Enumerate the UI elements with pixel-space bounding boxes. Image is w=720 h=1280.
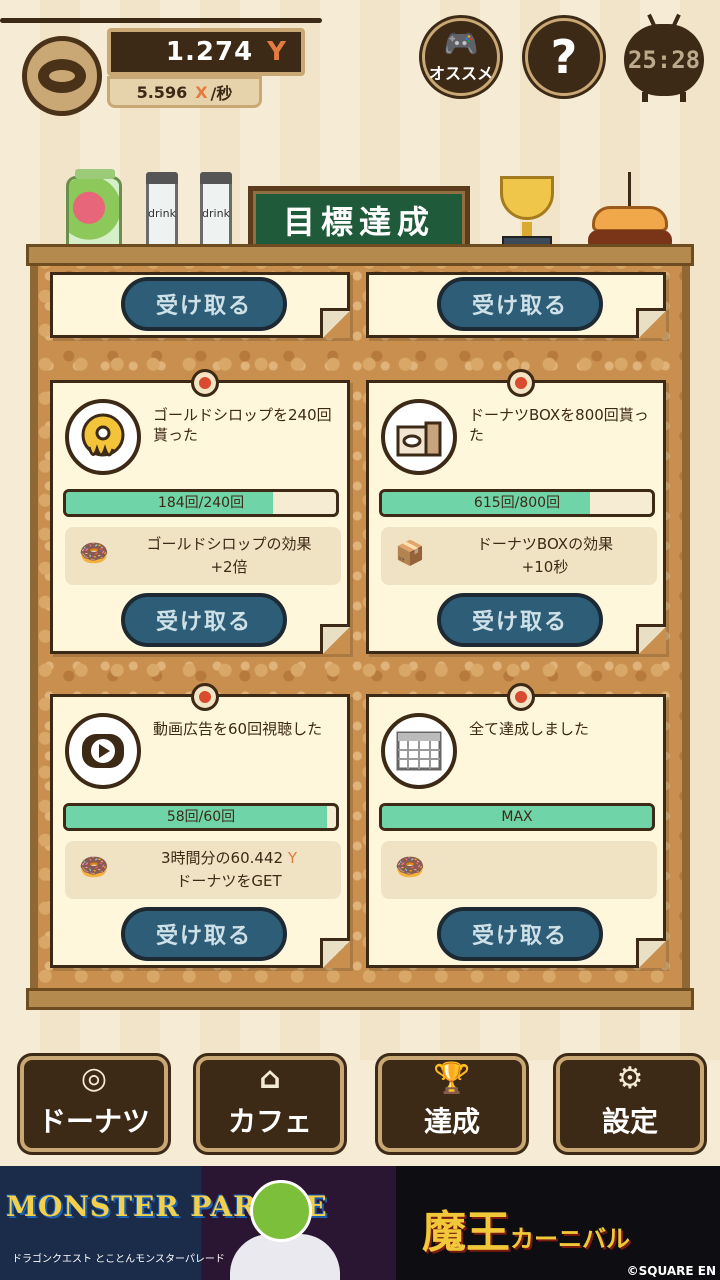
nav-settings[interactable]: ⚙ 設定 xyxy=(556,1056,704,1152)
nav-donut-label: ドーナツ xyxy=(37,1105,150,1138)
fruit-jar-icon xyxy=(66,169,122,254)
achievement-title: 全て達成しました xyxy=(469,720,590,738)
help-button[interactable]: ? xyxy=(525,18,603,96)
nav-achievement[interactable]: 🏆 達成 xyxy=(378,1056,526,1152)
pin-icon xyxy=(507,683,535,711)
rate-suffix: /秒 xyxy=(210,84,233,103)
achievement-card: ドーナツBOXを800回貰った 615回/800回 📦 ドーナツBOXの効果 +… xyxy=(366,369,666,654)
receive-button[interactable]: 受け取る xyxy=(437,593,603,647)
drink-bottle-icon: drink xyxy=(146,172,178,254)
achievement-card: 全て達成しました MAX 🍩 受け取る xyxy=(366,683,666,968)
pin-icon xyxy=(191,683,219,711)
progress-bar: 184回/240回 xyxy=(63,489,339,517)
gold-syrup-donut-icon xyxy=(65,399,141,475)
reward-box: 🍩 3時間分の60.442 Y ドーナツをGET xyxy=(65,841,341,899)
achievement-card-partial: 受け取る xyxy=(366,272,666,338)
receive-button[interactable]: 受け取る xyxy=(121,277,287,331)
donut-tray-icon: 🍩 xyxy=(395,853,425,881)
receive-button[interactable]: 受け取る xyxy=(121,907,287,961)
help-label: ? xyxy=(550,30,578,84)
video-ad-tv-icon xyxy=(65,713,141,789)
reward-line1: ゴールドシロップの効果 xyxy=(146,535,312,553)
ad-subtitle: ドラゴンクエスト とことんモンスターパレード xyxy=(12,1254,225,1265)
receive-button[interactable]: 受け取る xyxy=(437,907,603,961)
money-display: 1.274 Y xyxy=(107,28,305,76)
reward-line2: +2倍 xyxy=(210,558,248,576)
nav-cafe[interactable]: ⌂ カフェ xyxy=(196,1056,344,1152)
receive-button[interactable]: 受け取る xyxy=(437,277,603,331)
gamepad-icon: 🎮 xyxy=(443,27,479,60)
bottle-label: drink xyxy=(148,206,176,220)
nav-achievement-label: 達成 xyxy=(423,1105,480,1138)
reward-line2: ドーナツをGET xyxy=(176,872,282,890)
trophy-icon: 🏆 xyxy=(433,1061,471,1096)
reward-line1: 3時間分の60.442 xyxy=(161,849,284,867)
donut-box-upgrade-icon: 📦 xyxy=(395,539,425,567)
ad-title: 魔王カーニバル xyxy=(422,1196,630,1260)
timer-tv-display[interactable]: 25:28 xyxy=(624,13,704,102)
reward-box: 📦 ドーナツBOXの効果 +10秒 xyxy=(381,527,657,585)
bottle-label: drink xyxy=(202,206,230,220)
page-title-text: 目標達成 xyxy=(282,203,435,241)
donut-tray-icon: 🍩 xyxy=(79,853,109,881)
gold-syrup-upgrade-icon: 🍩 xyxy=(79,539,109,567)
osusume-label: オススメ xyxy=(428,64,493,83)
donut-box-icon xyxy=(381,399,457,475)
achievement-title: 動画広告を60回視聴した xyxy=(153,720,323,738)
receive-button[interactable]: 受け取る xyxy=(121,593,287,647)
achievement-card: 動画広告を60回視聴した 58回/60回 🍩 3時間分の60.442 Y ドーナ… xyxy=(50,683,350,968)
progress-text: MAX xyxy=(501,809,533,825)
achievement-title: ドーナツBOXを800回貰った xyxy=(469,406,649,444)
reward-line1: ドーナツBOXの効果 xyxy=(476,535,614,553)
calendar-icon xyxy=(381,713,457,789)
progress-bar: 58回/60回 xyxy=(63,803,339,831)
reward-box: 🍩 ゴールドシロップの効果 +2倍 xyxy=(65,527,341,585)
ad-copyright: ©SQUARE EN xyxy=(626,1264,716,1278)
pin-icon xyxy=(507,369,535,397)
reward-unit: Y xyxy=(287,849,297,867)
rate-unit: X xyxy=(195,82,208,102)
osusume-button[interactable]: 🎮 オススメ xyxy=(422,18,500,96)
reward-box: 🍩 xyxy=(381,841,657,899)
gear-icon: ⚙ xyxy=(616,1061,644,1096)
ad-character-image xyxy=(210,1174,360,1280)
rate-value: 5.596 xyxy=(136,82,188,102)
cafe-icon: ⌂ xyxy=(259,1061,281,1096)
nav-donut[interactable]: ◎ ドーナツ xyxy=(20,1056,168,1152)
ad-title-sub: カーニバル xyxy=(510,1224,630,1253)
reward-line2: +10秒 xyxy=(521,558,569,576)
shelf-bottom-plank xyxy=(26,988,694,1010)
nav-cafe-label: カフェ xyxy=(227,1105,312,1138)
money-unit: Y xyxy=(267,37,287,67)
pin-icon xyxy=(191,369,219,397)
nav-settings-label: 設定 xyxy=(601,1105,658,1138)
progress-text: 615回/800回 xyxy=(473,495,561,511)
donut-icon: ◎ xyxy=(80,1061,108,1096)
progress-bar: 615回/800回 xyxy=(379,489,655,517)
progress-text: 184回/240回 xyxy=(157,495,245,511)
trophy-icon xyxy=(486,176,568,254)
achievement-card-partial: 受け取る xyxy=(50,272,350,338)
progress-bar: MAX xyxy=(379,803,655,831)
achievement-title: ゴールドシロップを240回貰った xyxy=(153,406,332,444)
progress-text: 58回/60回 xyxy=(166,809,236,825)
donut-coin-icon xyxy=(22,36,102,116)
ad-title-main: 魔王 xyxy=(422,1207,510,1258)
shelf-top-plank xyxy=(26,244,694,266)
drink-bottle-icon: drink xyxy=(200,172,232,254)
ad-banner[interactable]: MONSTER PARADE ドラゴンクエスト とことんモンスターパレード 魔王… xyxy=(0,1166,720,1280)
achievement-card: ゴールドシロップを240回貰った 184回/240回 🍩 ゴールドシロップの効果… xyxy=(50,369,350,654)
money-value: 1.274 xyxy=(165,37,254,67)
header-rod xyxy=(0,10,330,24)
timer-text: 25:28 xyxy=(627,46,701,74)
rate-display: 5.596 X /秒 xyxy=(107,76,262,108)
